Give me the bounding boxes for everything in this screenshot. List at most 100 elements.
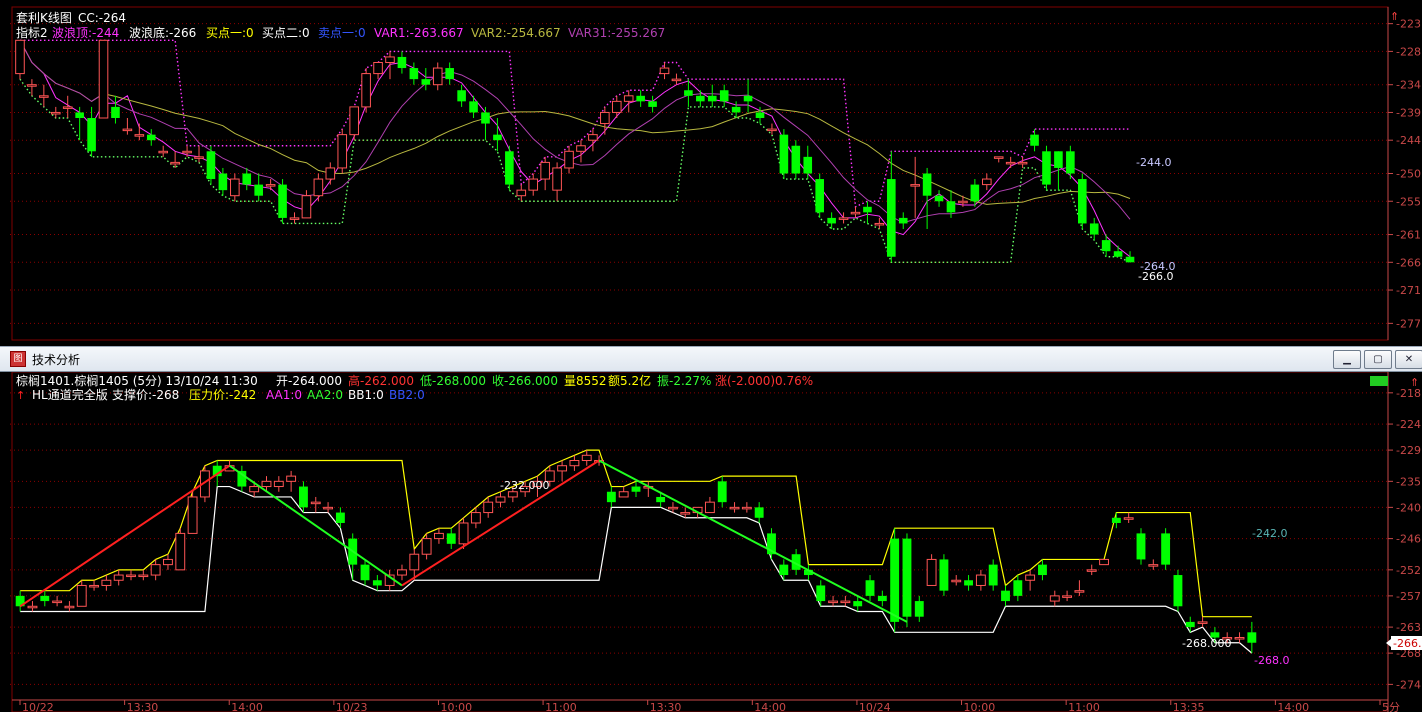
candle-body-up — [113, 574, 124, 581]
candle-body-down — [1066, 151, 1075, 174]
candle-body-down — [636, 95, 645, 102]
candle-body-up — [975, 574, 986, 586]
y-tick-label: -250. — [1396, 168, 1422, 181]
candle-body-up — [134, 134, 145, 137]
y-tick-label: -223. — [1396, 18, 1422, 31]
resistance-marker-label: -244.0 — [1136, 156, 1171, 169]
candle-body-up — [313, 178, 324, 197]
legend-item: 高-262.000 — [348, 373, 414, 388]
green-toggle-icon[interactable] — [1370, 376, 1388, 386]
y-tick-label: -252. — [1396, 564, 1422, 577]
candle-body-down — [360, 564, 370, 581]
candle-body-up — [552, 167, 562, 191]
candle-body-down — [922, 173, 932, 196]
candle-body-up — [838, 217, 849, 220]
candle-body-up — [323, 506, 334, 510]
candle-body-up — [1197, 621, 1208, 624]
candle-body-up — [1017, 161, 1028, 165]
legend-item: 涨(-2.000)0.76% — [715, 373, 813, 388]
candle-body-up — [588, 134, 598, 141]
candle-body-down — [445, 68, 454, 80]
candle-body-up — [187, 496, 198, 534]
restore-button[interactable]: ▢ — [1364, 350, 1392, 369]
candle-body-up — [557, 465, 568, 472]
candle-body-down — [1030, 134, 1039, 146]
candle-body-down — [707, 95, 717, 102]
candle-body-down — [939, 559, 949, 591]
window-titlebar[interactable]: 图 技术分析 ▁ ▢ ✕ — [0, 346, 1422, 372]
candle-body-up — [27, 84, 37, 87]
candle-body-down — [865, 580, 875, 596]
minimize-button[interactable]: ▁ — [1333, 350, 1361, 369]
candle-body-up — [1074, 590, 1085, 593]
candle-body-down — [505, 151, 514, 185]
x-tick-label: 14:00 — [231, 701, 263, 712]
candle-body-up — [458, 522, 469, 545]
candle-body-up — [1086, 569, 1097, 572]
candle-body-up — [249, 486, 260, 493]
x-tick-label: 11:00 — [1068, 701, 1100, 712]
candle-body-up — [150, 564, 161, 576]
candle-body-down — [827, 217, 836, 224]
candle-body-down — [397, 56, 407, 69]
candle-body-up — [581, 454, 592, 462]
candle-body-down — [40, 595, 50, 602]
candle-body-down — [1136, 533, 1146, 560]
y-tick-label: -229. — [1396, 444, 1422, 457]
candle-body-down — [1013, 580, 1023, 596]
candle-body-down — [218, 173, 228, 191]
candle-body-up — [138, 574, 149, 578]
candle-body-up — [1062, 595, 1073, 598]
candle-body-up — [671, 78, 682, 82]
candle-body-down — [1113, 251, 1123, 257]
candle-body-up — [1099, 558, 1109, 566]
peak-annotation: -232.000 — [500, 479, 549, 492]
x-tick-label: 13:35 — [1173, 701, 1205, 712]
candle-body-down — [206, 151, 216, 180]
candle-body-up — [1123, 517, 1134, 520]
window-title: 技术分析 — [32, 353, 81, 367]
candle-body-up — [421, 538, 432, 555]
candle-body-up — [704, 501, 715, 514]
support-annotation: -268.000 — [1182, 637, 1231, 650]
indicator-label: 指标2 — [16, 25, 48, 40]
y-tick-label: -255. — [1396, 195, 1422, 208]
candle-body-down — [717, 481, 727, 503]
y-tick-label: -224. — [1396, 418, 1422, 431]
candle-body-down — [421, 79, 431, 85]
candle-body-up — [1025, 574, 1036, 581]
candle-body-down — [946, 201, 956, 213]
candle-body-down — [299, 486, 308, 508]
legend-item: HL通道完全版 — [32, 387, 108, 402]
candle-body-up — [516, 189, 527, 197]
candle-body-up — [361, 73, 371, 108]
candle-body-up — [194, 156, 204, 159]
candle-body-up — [850, 211, 861, 215]
candle-body-up — [397, 569, 407, 576]
candle-body-up — [576, 145, 586, 152]
y-tick-label: -274. — [1396, 678, 1422, 691]
x-tick-label: 10/23 — [336, 701, 368, 712]
candle-body-up — [1234, 637, 1245, 640]
x-tick-label: 14:00 — [1277, 701, 1309, 712]
legend-item: AA2:0 — [307, 388, 343, 402]
candle-body-down — [648, 101, 657, 107]
candle-body-up — [39, 95, 49, 98]
candle-body-up — [337, 134, 348, 169]
candle-body-up — [611, 100, 622, 113]
candle-body-up — [432, 67, 443, 86]
candle-body-up — [101, 579, 112, 586]
close-button[interactable]: ✕ — [1395, 350, 1422, 369]
candle-body-up — [286, 475, 297, 482]
bottom-corner-icon[interactable]: ⇑ — [1410, 376, 1419, 389]
top-corner-icon[interactable]: ⇑ — [1390, 10, 1399, 23]
candle-body-up — [668, 506, 678, 510]
candle-body-down — [877, 595, 887, 602]
y-tick-label: -271. — [1396, 284, 1422, 297]
x-tick-label: 14:00 — [754, 701, 786, 712]
candle-body-down — [1101, 240, 1111, 252]
candle-body-up — [507, 491, 518, 498]
y-tick-label: -257. — [1396, 590, 1422, 603]
candle-body-down — [1125, 256, 1135, 263]
legend-item: 开-264.000 — [276, 374, 342, 388]
